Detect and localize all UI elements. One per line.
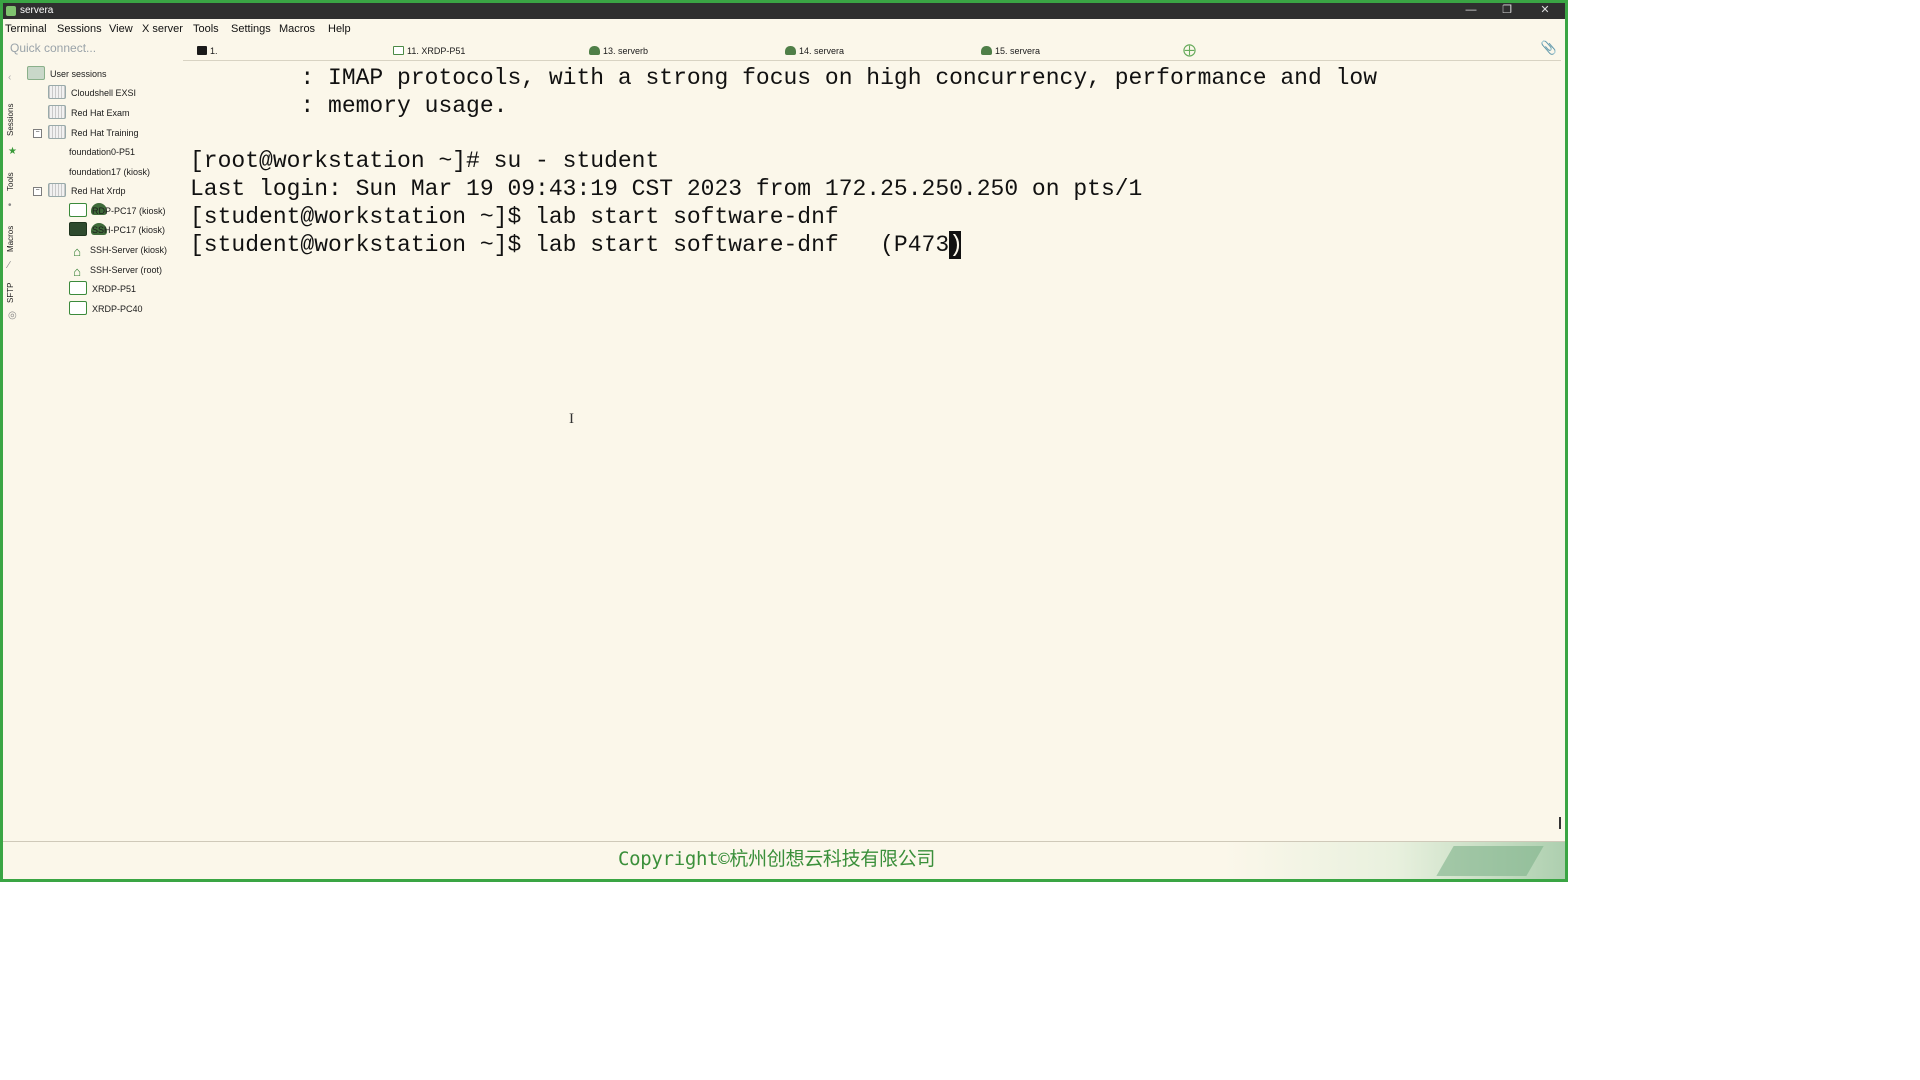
side-tab-strip: ‹ Sessions ★ Tools • Macros ∕ SFTP ◎ [6,63,20,343]
terminal-line: : IMAP protocols, with a strong focus on… [190,65,1377,91]
footer-bar: Copyright©杭州创想云科技有限公司 [3,841,1565,879]
text-cursor: ) [949,231,963,259]
star-icon[interactable]: ★ [8,147,17,157]
tree-item-xrdp-p51[interactable]: XRDP-P51 [69,280,136,298]
tree-root-user-sessions[interactable]: User sessions [27,65,107,83]
minimize-icon[interactable]: — [1457,3,1485,19]
side-tab-macros[interactable]: Macros [6,221,20,257]
tree-label: XRDP-P51 [92,284,137,294]
folder-icon [48,85,66,99]
tab-label: 14. servera [799,46,845,56]
side-tab-sftp[interactable]: SFTP [6,279,20,307]
app-window: servera — ❐ ✕ Terminal Sessions View X s… [0,0,1568,882]
tree-label: Cloudshell EXSI [71,88,137,98]
macro-icon[interactable]: ∕ [8,261,17,271]
house-icon: ⌂ [73,244,81,259]
ibeam-cursor-icon: I [569,411,574,427]
copyright-text: Copyright©杭州创想云科技有限公司 [618,848,936,870]
tab-label: 15. servera [995,46,1041,56]
screen-icon [393,46,404,55]
tab-servera-15[interactable]: 15. servera [981,43,1040,59]
tab-label: 1. [210,46,218,56]
tree-item-ssh-pc17[interactable]: SSH-PC17 (kiosk) [69,221,165,239]
house-icon: ⌂ [73,264,81,279]
menu-macros[interactable]: Macros [279,23,315,35]
folder-icon [48,183,66,197]
side-tab-tools[interactable]: Tools [6,167,20,197]
tree-item-foundation0[interactable]: foundation0-P51 [69,143,136,215]
tree-label: SSH-Server (root) [90,265,163,275]
window-title: servera [20,5,54,16]
folder-icon [48,105,66,119]
tab-label: 11. XRDP-P51 [407,46,466,56]
tree-item-red-hat-xrdp[interactable]: Red Hat Xrdp [48,182,126,200]
tree-item-xrdp-pc40[interactable]: XRDP-PC40 [69,300,143,318]
screen-icon [69,281,87,295]
quick-connect-input[interactable]: Quick connect... [10,41,96,55]
terminal-line: Last login: Sun Mar 19 09:43:19 CST 2023… [190,176,1143,202]
tab-xrdp-p51[interactable]: 11. XRDP-P51 [393,43,465,59]
side-tab-sessions[interactable]: Sessions [6,99,20,141]
scrollbar[interactable] [1559,817,1561,829]
menu-help[interactable]: Help [328,23,351,35]
terminal-area[interactable]: : IMAP protocols, with a strong focus on… [185,61,1563,841]
tree-item-red-hat-training[interactable]: Red Hat Training [48,124,139,142]
tree-label: XRDP-PC40 [92,304,143,314]
terminal-line: : memory usage. [190,93,508,119]
terminal-icon [197,46,207,55]
terminal-line: [student@workstation ~]$ lab start softw… [190,204,839,230]
user-sessions-icon [27,66,45,80]
terminal-icon [69,222,87,236]
restore-icon[interactable]: ❐ [1493,3,1521,19]
menu-settings[interactable]: Settings [231,23,271,35]
tree-label: SSH-Server (kiosk) [90,245,168,255]
menu-bar: Terminal Sessions View X server Tools Se… [3,19,1565,39]
tree-icon [785,46,796,55]
tree-item-foundation17[interactable]: foundation17 (kiosk) [69,163,151,235]
tree-label: foundation0-P51 [69,147,136,157]
tab-servera-14[interactable]: 14. servera [785,43,844,59]
footer-decoration [1436,846,1544,876]
sftp-icon[interactable]: ◎ [8,311,17,321]
tab-serverb[interactable]: 13. serverb [589,43,648,59]
close-icon[interactable]: ✕ [1531,3,1559,19]
terminal-prompt-line: [student@workstation ~]$ lab start softw… [190,231,963,259]
tab-bar: 1. 11. XRDP-P51 13. serverb 14. servera … [183,40,1561,61]
tree-item-ssh-server-kiosk[interactable]: ⌂ SSH-Server (kiosk) [69,241,167,259]
menu-x-server[interactable]: X server [142,23,183,35]
menu-tools[interactable]: Tools [193,23,219,35]
tree-item-rdp-pc17[interactable]: RDP-PC17 (kiosk) [69,202,166,220]
title-bar: servera — ❐ ✕ [3,3,1565,19]
tree-label: Red Hat Training [71,128,139,138]
terminal-line: [root@workstation ~]# su - student [190,148,660,174]
app-icon [6,6,16,16]
tools-icon[interactable]: • [8,201,17,211]
tree-label: RDP-PC17 (kiosk) [92,206,166,216]
menu-sessions[interactable]: Sessions [57,23,102,35]
new-tab-icon[interactable]: ⨁ [1183,42,1196,58]
terminal-input-text: [student@workstation ~]$ lab start softw… [190,232,950,258]
tree-label: Red Hat Exam [71,108,130,118]
paperclip-icon[interactable]: 📎 [1541,40,1557,56]
collapse-icon[interactable]: − [33,187,42,196]
tab-label: 13. serverb [603,46,649,56]
tree-item-cloudshell[interactable]: Cloudshell EXSI [48,84,136,102]
tree-label: foundation17 (kiosk) [69,167,151,177]
tree-label: User sessions [50,69,107,79]
tree-icon [981,46,992,55]
tree-icon [589,46,600,55]
screen-icon [69,301,87,315]
tab-1[interactable]: 1. [197,43,218,59]
collapse-icon[interactable]: − [33,129,42,138]
tree-label: Red Hat Xrdp [71,186,126,196]
folder-icon [48,125,66,139]
tree-item-red-hat-exam[interactable]: Red Hat Exam [48,104,130,122]
menu-view[interactable]: View [109,23,133,35]
tree-item-ssh-server-root[interactable]: ⌂ SSH-Server (root) [69,261,162,279]
screen-icon [69,203,87,217]
tree-label: SSH-PC17 (kiosk) [92,225,166,235]
back-arrow-icon[interactable]: ‹ [8,73,17,83]
menu-terminal[interactable]: Terminal [5,23,47,35]
